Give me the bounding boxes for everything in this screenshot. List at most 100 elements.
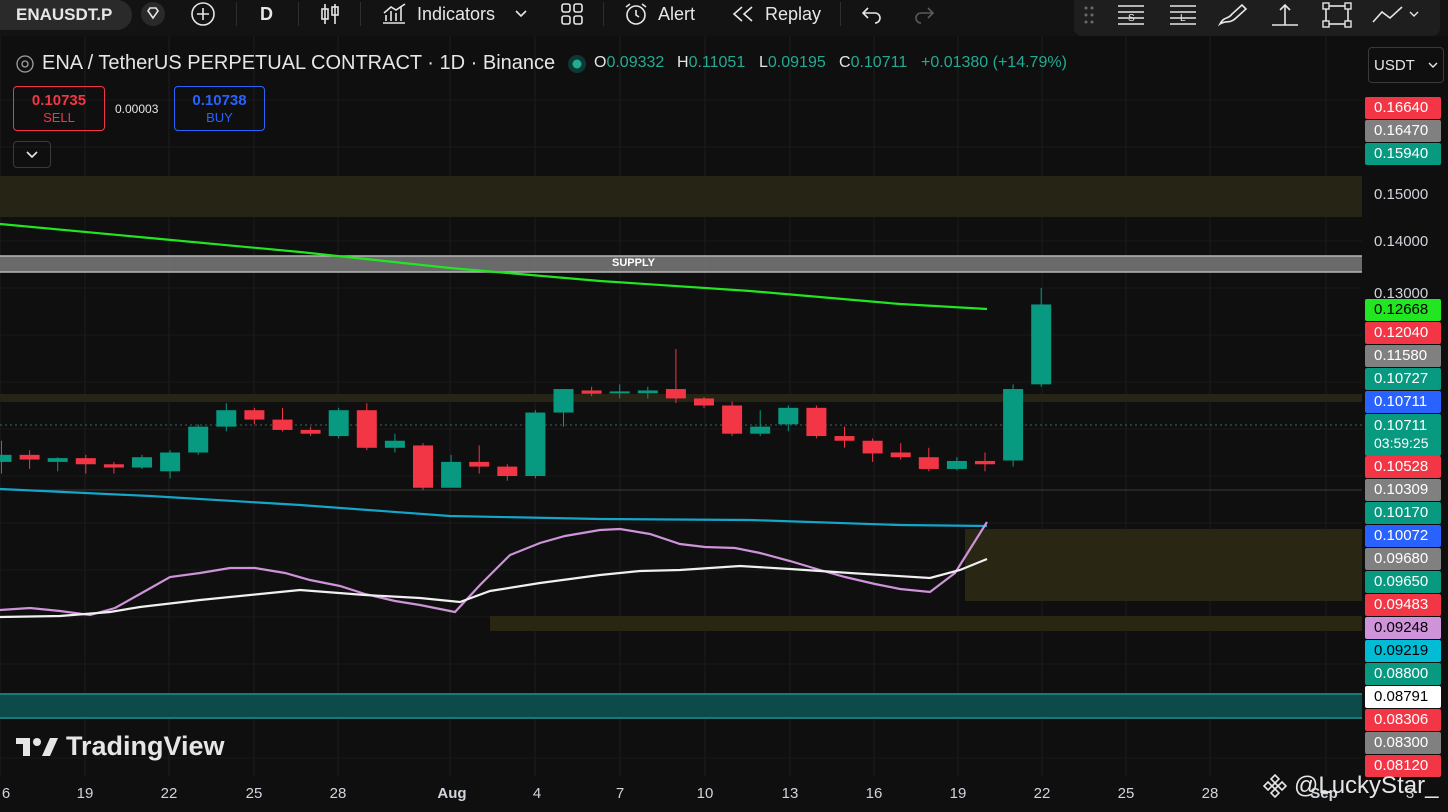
sell-label: SELL	[43, 110, 75, 125]
candle-bearish	[300, 429, 321, 434]
candle-bearish	[413, 445, 433, 488]
support-zone-teal	[0, 693, 1362, 719]
price-label: 0.08306	[1365, 709, 1441, 731]
symbol-title: ENA / TetherUS PERPETUAL CONTRACT · 1D ·…	[42, 52, 556, 74]
ohlc-high: H0.11051	[677, 54, 746, 71]
candle-bearish	[19, 454, 40, 460]
price-scale-tick: 0.13000	[1374, 285, 1429, 302]
time-axis-label: 28	[329, 785, 347, 802]
candle-bearish	[356, 410, 377, 448]
author-watermark: @LuckyStar_	[1262, 772, 1438, 800]
candle-bullish	[778, 407, 799, 425]
tradingview-logo: TradingView	[16, 731, 225, 762]
price-label: 0.09248	[1365, 617, 1441, 639]
time-axis-label: 25	[1117, 785, 1135, 802]
candle-bullish	[609, 391, 630, 394]
time-axis-label: Aug	[437, 785, 467, 802]
candle-bullish	[750, 426, 771, 434]
candle-bearish	[890, 452, 911, 458]
time-axis-label: 16	[865, 785, 883, 802]
supply-zone-upper	[0, 176, 1362, 217]
candle-bearish	[75, 458, 96, 465]
candle-bullish	[441, 461, 462, 488]
candle-bullish	[1003, 389, 1024, 461]
sell-price: 0.10735	[31, 92, 87, 109]
watermark-text: @LuckyStar_	[1294, 772, 1439, 799]
candle-bearish	[665, 389, 686, 399]
price-label: 0.09650	[1365, 571, 1441, 593]
time-axis-label: 25	[245, 785, 263, 802]
chevron-down-icon	[26, 150, 38, 158]
price-label: 0.12040	[1365, 322, 1441, 344]
price-label: 0.10528	[1365, 456, 1441, 478]
current-price-value: 0.10711	[1374, 417, 1428, 434]
time-axis-label: 7	[615, 785, 625, 802]
ohlc-change: +0.01380 (+14.79%)	[921, 54, 1067, 71]
candle-bullish	[553, 389, 574, 413]
bar-countdown: 03:59:25	[1374, 435, 1429, 451]
eye-icon[interactable]	[16, 54, 34, 73]
ohlc-open: O0.09332	[594, 54, 665, 71]
candle-bullish	[188, 426, 209, 453]
time-axis-label: 22	[160, 785, 178, 802]
candle-bearish	[244, 410, 265, 420]
price-label: 0.10711	[1365, 391, 1441, 413]
market-status-dot-icon	[568, 54, 587, 73]
candle-bearish	[694, 398, 714, 406]
candle-bullish	[216, 410, 237, 427]
demand-zone-upper	[965, 529, 1362, 601]
candle-bullish	[1031, 304, 1052, 385]
candle-bearish	[918, 457, 939, 469]
candle-bullish	[946, 460, 967, 469]
price-scale-tick: 0.15000	[1374, 186, 1429, 203]
buy-price: 0.10738	[192, 92, 247, 109]
supply-band	[0, 256, 1362, 272]
binance-logo-icon	[1262, 773, 1288, 799]
currency-selector[interactable]: USDT	[1368, 47, 1444, 83]
ohlc-low: L0.09195	[759, 54, 826, 71]
price-label: 0.10727	[1365, 368, 1441, 390]
tradingview-logo-icon	[16, 737, 58, 756]
ohlc-close: C0.10711	[839, 54, 908, 71]
price-label: 0.16470	[1365, 120, 1441, 142]
candle-bullish	[525, 412, 546, 476]
time-axis-label: 10	[696, 785, 714, 802]
demand-zone-lower	[490, 616, 1362, 631]
spread-value: 0.00003	[115, 102, 159, 116]
sell-button[interactable]: 0.10735 SELL	[13, 86, 105, 131]
price-label: 0.08300	[1365, 732, 1441, 754]
candle-bullish	[637, 390, 658, 394]
supply-zone-label: SUPPLY	[612, 257, 656, 269]
buy-button[interactable]: 0.10738 BUY	[174, 86, 265, 131]
candle-bearish	[722, 405, 743, 434]
candle-bearish	[103, 464, 124, 468]
price-label: 0.16640	[1365, 97, 1441, 119]
candle-bullish	[328, 410, 349, 437]
collapse-legend-button[interactable]	[13, 141, 51, 168]
chart-legend[interactable]: ENA / TetherUS PERPETUAL CONTRACT · 1D ·…	[16, 52, 587, 75]
price-label: 0.15940	[1365, 143, 1441, 165]
candle-bullish	[132, 457, 152, 468]
candle-bullish	[0, 454, 12, 462]
candle-bullish	[47, 458, 68, 462]
price-label: 0.09680	[1365, 548, 1441, 570]
time-axis-label: 22	[1033, 785, 1051, 802]
candle-bearish	[975, 460, 995, 465]
price-label: 0.10072	[1365, 525, 1441, 547]
candle-bearish	[834, 436, 855, 441]
price-label: 0.09219	[1365, 640, 1441, 662]
candle-bearish	[862, 440, 883, 454]
buy-label: BUY	[206, 110, 233, 125]
tradingview-logo-text: TradingView	[66, 731, 225, 761]
price-label: 0.10170	[1365, 502, 1441, 524]
time-axis-label: 28	[1201, 785, 1219, 802]
candle-bearish	[497, 466, 518, 476]
candle-bearish	[469, 461, 490, 467]
price-label: 0.08800	[1365, 663, 1441, 685]
price-label: 0.12668	[1365, 299, 1441, 321]
candle-bearish	[806, 407, 827, 437]
current-price-badge: 0.10711 03:59:25	[1365, 414, 1441, 456]
candle-bullish	[384, 440, 405, 448]
time-axis-label: 13	[781, 785, 799, 802]
price-scale-tick: 0.14000	[1374, 233, 1429, 250]
